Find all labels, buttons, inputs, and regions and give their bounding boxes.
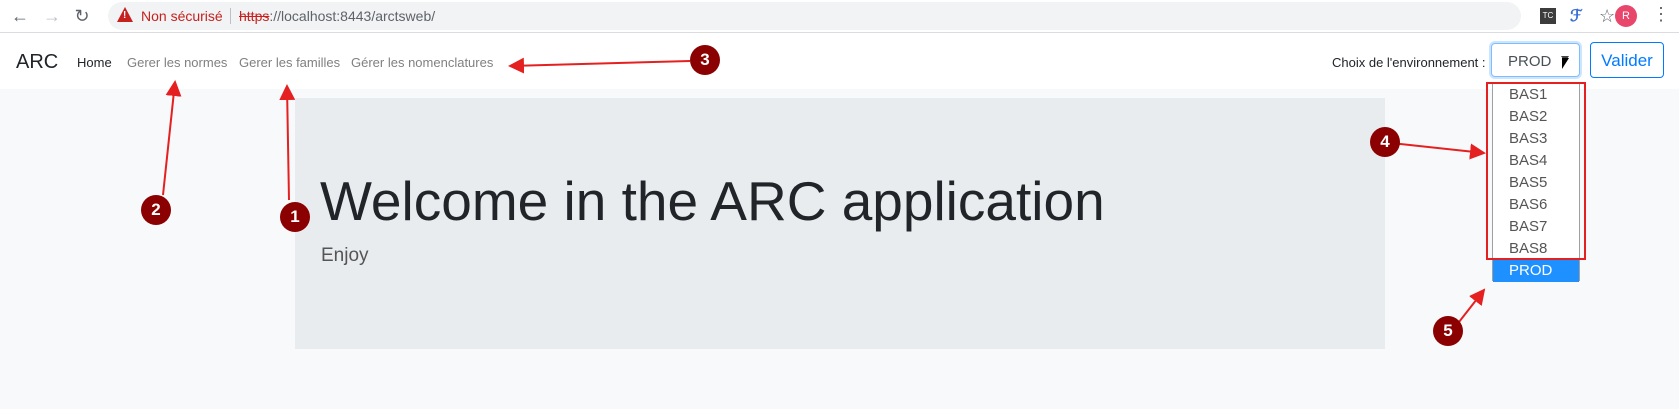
arrow-3 (508, 57, 691, 74)
arrow-1 (279, 84, 296, 201)
arrow-5 (1458, 288, 1486, 323)
annotation-arrows (162, 57, 1486, 323)
annotation-badge-5: 5 (1433, 316, 1463, 346)
annotation-badge-2: 2 (141, 195, 171, 225)
arrow-2 (162, 80, 182, 196)
annotation-badge-4: 4 (1370, 127, 1400, 157)
arrow-4 (1390, 142, 1486, 160)
annotation-badge-1: 1 (280, 202, 310, 232)
annotation-badge-3: 3 (690, 45, 720, 75)
